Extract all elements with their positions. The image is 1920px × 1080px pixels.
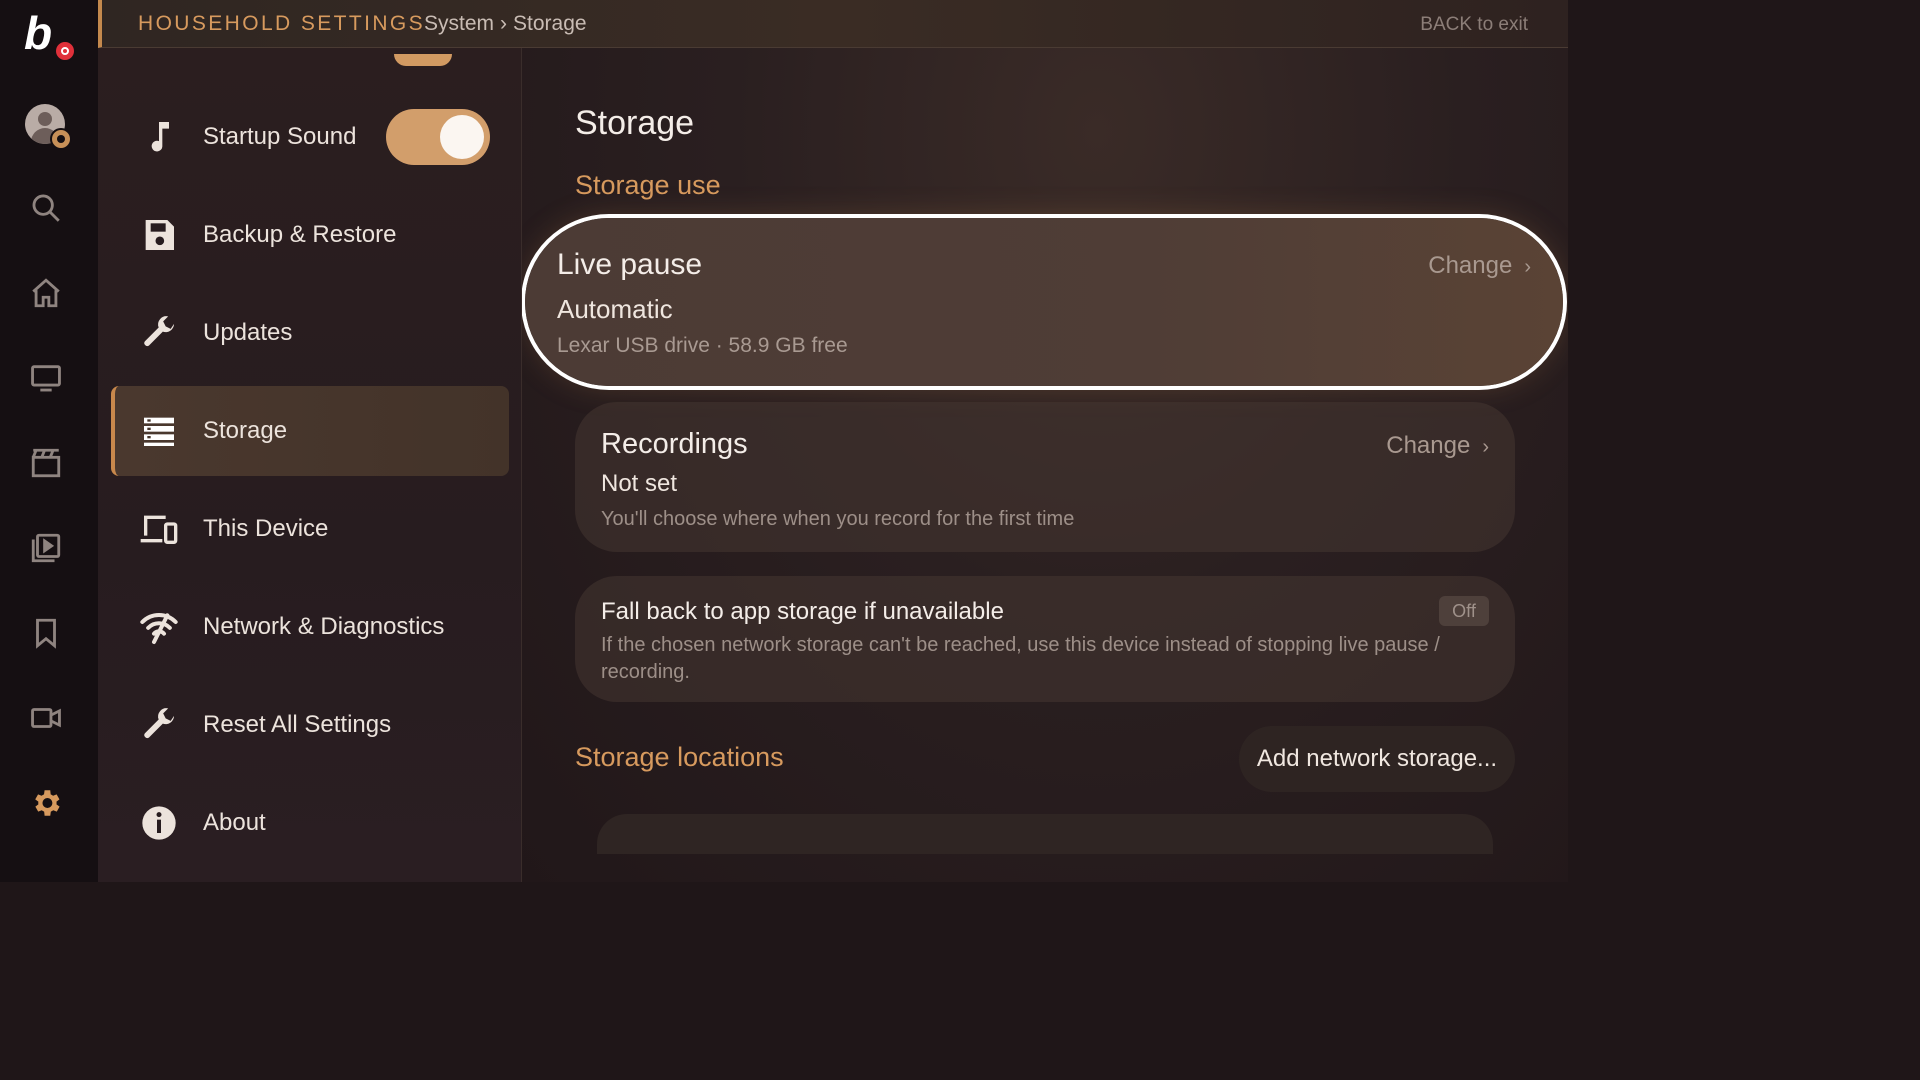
sidebar-item-label: Storage [203, 417, 288, 444]
household-settings-title: HOUSEHOLD SETTINGS [138, 12, 426, 35]
sidebar-item-storage[interactable]: Storage [111, 386, 509, 476]
recordings-description: You'll choose where when you record for … [601, 508, 1075, 530]
add-network-storage-button[interactable]: Add network storage... [1239, 726, 1515, 792]
storage-use-heading: Storage use [575, 170, 721, 200]
fallback-off-badge[interactable]: Off [1439, 596, 1489, 626]
devices-icon [135, 505, 183, 553]
top-header: HOUSEHOLD SETTINGS System › Storage BACK t… [98, 0, 1568, 48]
recordings-title: Recordings [601, 428, 748, 460]
recordings-change-button[interactable]: Change › [1386, 432, 1489, 460]
profile-settings-badge-icon [50, 128, 72, 150]
tv-icon[interactable] [24, 356, 68, 400]
search-icon[interactable] [24, 186, 68, 230]
info-icon [135, 799, 183, 847]
fallback-title: Fall back to app storage if unavailable [601, 598, 1004, 625]
fallback-description: If the chosen network storage can't be r… [601, 634, 1440, 683]
storage-location-item-partial[interactable] [597, 814, 1493, 854]
breadcrumb-storage: Storage [513, 12, 587, 35]
network-icon [135, 603, 183, 651]
sidebar-item-backup-restore[interactable]: Backup & Restore [111, 190, 509, 280]
app-logo: b [22, 7, 78, 68]
sidebar-item-reset-all-settings[interactable]: Reset All Settings [111, 680, 509, 770]
sidebar-item-label: Reset All Settings [203, 711, 392, 738]
sidebar-item-about[interactable]: About [111, 778, 509, 868]
live-pause-change-button[interactable]: Change › [1428, 252, 1531, 280]
change-label: Change [1386, 432, 1471, 459]
sidebar-item-updates[interactable]: Updates [111, 288, 509, 378]
recordings-value: Not set [601, 470, 678, 497]
storage-icon [135, 407, 183, 455]
library-icon[interactable] [24, 526, 68, 570]
startup-sound-toggle[interactable] [386, 109, 490, 165]
music-note-icon [135, 113, 183, 161]
sidebar-item-label: Startup Sound [203, 123, 357, 150]
fallback-card[interactable]: Fall back to app storage if unavailable … [575, 576, 1515, 702]
bookmark-icon[interactable] [24, 611, 68, 655]
settings-sidebar: Startup Sound Backup & Restore Updates S… [98, 48, 522, 882]
breadcrumb-separator: › [500, 12, 508, 35]
sidebar-item-label: Backup & Restore [203, 221, 397, 248]
logo-letter: b [24, 7, 53, 59]
record-dot-icon [54, 40, 76, 62]
wrench-icon [135, 701, 183, 749]
nav-rail: b [0, 0, 98, 882]
sidebar-item-network-diagnostics[interactable]: Network & Diagnostics [111, 582, 509, 672]
recordings-icon[interactable] [24, 696, 68, 740]
recordings-card[interactable]: Recordings Not set You'll choose where w… [575, 402, 1515, 552]
home-icon[interactable] [24, 271, 68, 315]
page-title: Storage [575, 104, 695, 142]
live-pause-title: Live pause [557, 248, 703, 281]
sidebar-item-this-device[interactable]: This Device [111, 484, 509, 574]
sidebar-item-label: Updates [203, 319, 293, 346]
toggle-knob [440, 115, 484, 159]
movies-icon[interactable] [24, 441, 68, 485]
wrench-icon [135, 309, 183, 357]
sidebar-item-label: Network & Diagnostics [203, 613, 445, 640]
storage-locations-heading: Storage locations [575, 742, 784, 772]
change-label: Change [1428, 252, 1513, 279]
settings-icon[interactable] [24, 781, 68, 825]
live-pause-location: Lexar USB drive · 58.9 GB free [557, 334, 848, 357]
sidebar-item-label: This Device [203, 515, 329, 542]
back-to-exit-hint: BACK to exit [1420, 14, 1528, 35]
live-pause-value: Automatic [557, 294, 673, 324]
live-pause-card[interactable]: Live pause Automatic Lexar USB drive · 5… [525, 218, 1563, 386]
breadcrumb: System › Storage [424, 12, 593, 36]
save-icon [135, 211, 183, 259]
chevron-right-icon: › [1482, 436, 1489, 458]
sidebar-item-label: About [203, 809, 266, 836]
storage-panel: Storage Storage use Live pause Automatic… [522, 48, 1568, 882]
chevron-right-icon: › [1524, 256, 1531, 278]
scrolled-item-stub [394, 54, 452, 66]
breadcrumb-system[interactable]: System [424, 12, 494, 35]
